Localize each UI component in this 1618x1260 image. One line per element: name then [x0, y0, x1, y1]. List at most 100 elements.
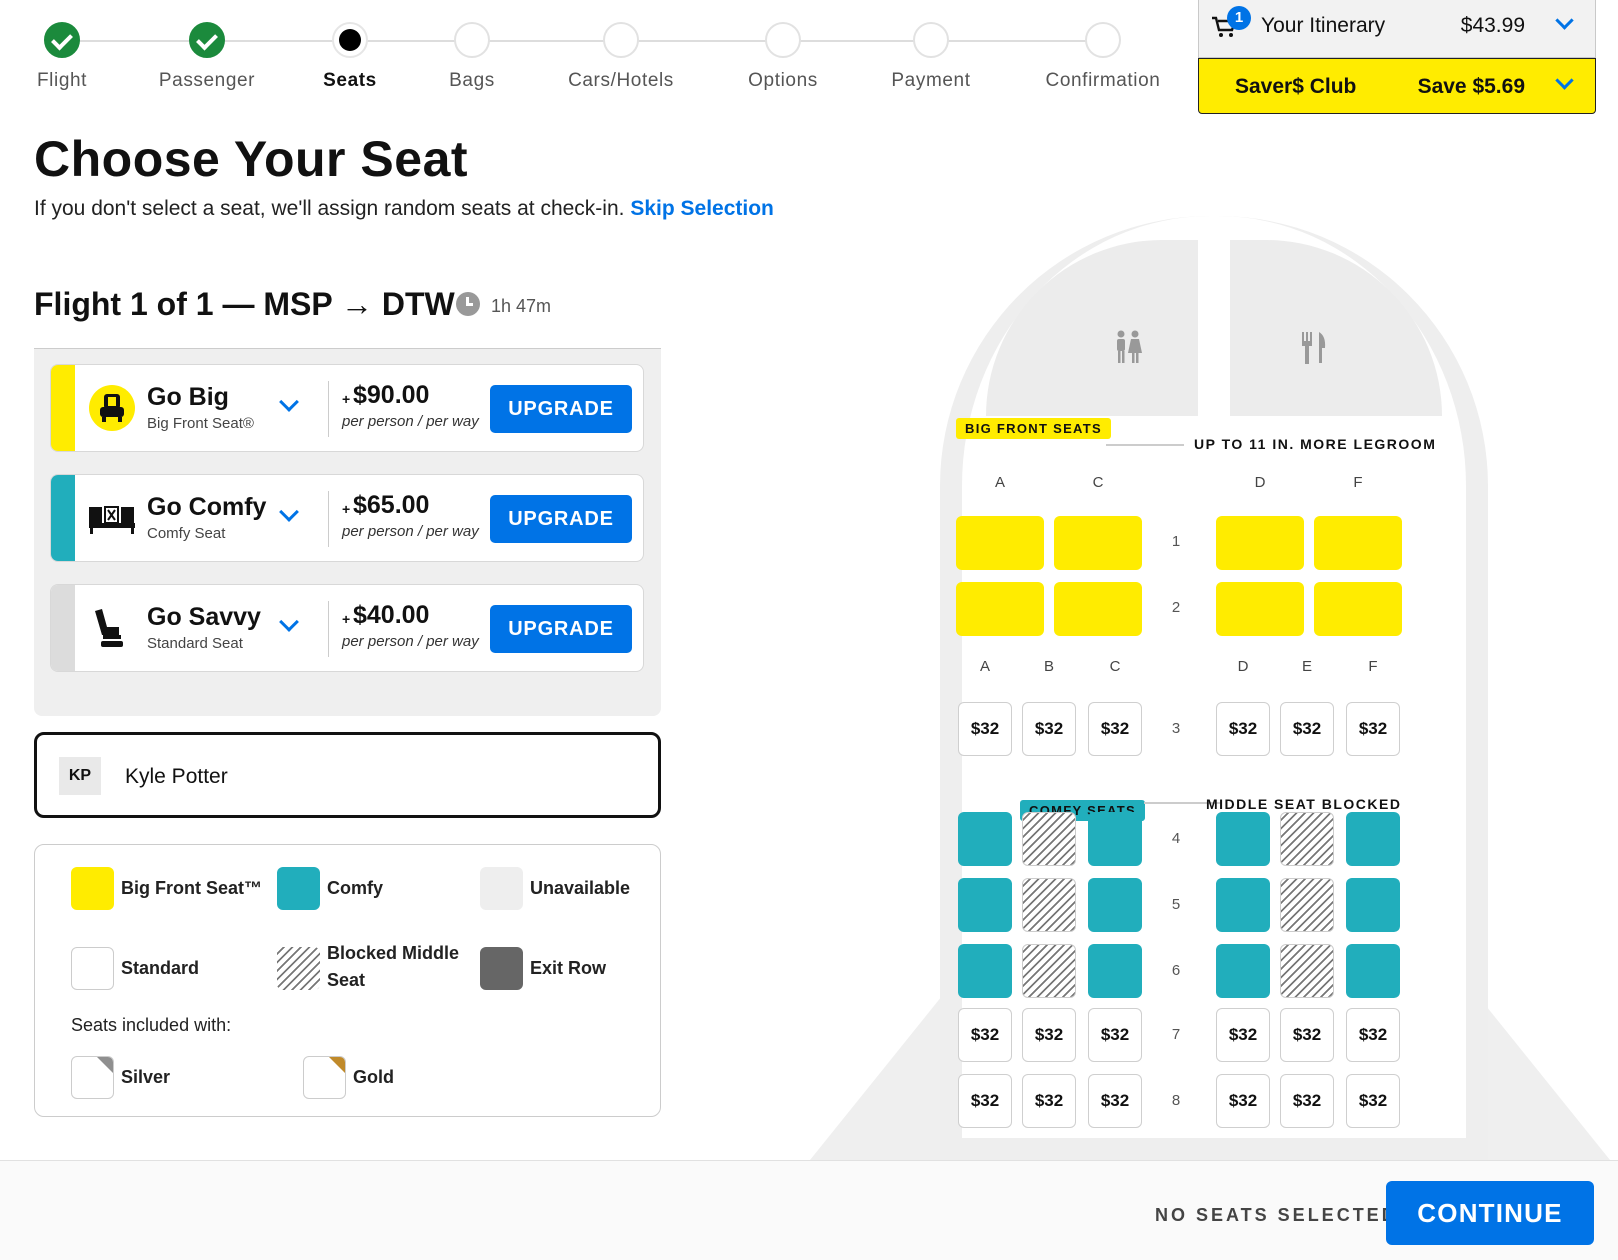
chevron-down-icon[interactable] [279, 612, 299, 632]
upgrade-options-panel: Go Big Big Front Seat® + $90.00 per pers… [34, 348, 661, 716]
option-divider [328, 491, 329, 547]
passenger-selector[interactable]: KP Kyle Potter [34, 732, 661, 818]
standard-seat-3D[interactable]: $32 [1216, 702, 1270, 756]
seat-column-label: F [1368, 658, 1378, 675]
legend-label: Unavailable [530, 878, 631, 898]
big-front-seat-1C[interactable] [1054, 516, 1142, 570]
step-passenger[interactable]: Passenger [132, 22, 282, 92]
seat-row-number: 2 [1171, 599, 1181, 616]
itinerary-toggle[interactable]: 1 Your Itinerary $43.99 [1198, 0, 1596, 58]
lavatory-icon [1117, 330, 1142, 363]
comfy-seat-6C[interactable] [1088, 944, 1142, 998]
standard-seat-8C[interactable]: $32 [1088, 1074, 1142, 1128]
option-go-big[interactable]: Go Big Big Front Seat® + $90.00 per pers… [50, 364, 644, 452]
option-go-savvy[interactable]: Go Savvy Standard Seat + $40.00 per pers… [50, 584, 644, 672]
continue-button[interactable]: CONTINUE [1386, 1181, 1594, 1245]
standard-seat-3B[interactable]: $32 [1022, 702, 1076, 756]
comfy-seat-6A[interactable] [958, 944, 1012, 998]
option-color-bar [51, 585, 75, 671]
upgrade-go-big-button[interactable]: UPGRADE [490, 385, 632, 433]
comfy-seat-4C[interactable] [1088, 812, 1142, 866]
standard-seat-7C[interactable]: $32 [1088, 1008, 1142, 1062]
big-front-seat-1F[interactable] [1314, 516, 1402, 570]
comfy-seat-4D[interactable] [1216, 812, 1270, 866]
seat-row-number: 3 [1171, 720, 1181, 737]
comfy-seat-row-icon [89, 506, 135, 534]
blocked-middle-seat-5B [1022, 878, 1076, 932]
savers-club-savings: Save $5.69 [1417, 75, 1525, 98]
chevron-down-icon[interactable] [279, 392, 299, 412]
selection-status: NO SEATS SELECTED [1155, 1205, 1398, 1225]
seat-column-label: A [994, 474, 1005, 491]
step-bags[interactable]: Bags [397, 22, 547, 92]
step-dot [765, 22, 801, 58]
step-dot [332, 22, 368, 58]
standard-seat-8A[interactable]: $32 [958, 1074, 1012, 1128]
comfy-seat-6D[interactable] [1216, 944, 1270, 998]
comfy-seat-5C[interactable] [1088, 878, 1142, 932]
comfy-seat-6F[interactable] [1346, 944, 1400, 998]
step-options[interactable]: Options [708, 22, 858, 92]
upgrade-go-comfy-button[interactable]: UPGRADE [490, 495, 632, 543]
legend-label: Big Front Seat™ [121, 878, 263, 898]
lavatory-area [986, 240, 1198, 416]
seat-column-label: E [1301, 658, 1312, 675]
option-price-unit: per person / per way [342, 523, 479, 540]
step-dot [603, 22, 639, 58]
big-front-seat-1D[interactable] [1216, 516, 1304, 570]
option-go-comfy[interactable]: Go Comfy Comfy Seat + $65.00 per person … [50, 474, 644, 562]
chevron-down-icon[interactable] [279, 502, 299, 522]
standard-seat-7B[interactable]: $32 [1022, 1008, 1076, 1062]
page-subtitle: If you don't select a seat, we'll assign… [34, 197, 774, 221]
option-price-unit: per person / per way [342, 633, 479, 650]
big-front-seat-2A[interactable] [956, 582, 1044, 636]
standard-seat-8F[interactable]: $32 [1346, 1074, 1400, 1128]
middle-seat-note: MIDDLE SEAT BLOCKED [1206, 796, 1402, 812]
legroom-note: UP TO 11 IN. MORE LEGROOM [1194, 436, 1437, 452]
standard-seat-7D[interactable]: $32 [1216, 1008, 1270, 1062]
upgrade-go-savvy-button[interactable]: UPGRADE [490, 605, 632, 653]
step-dot [1085, 22, 1121, 58]
big-front-seat-2C[interactable] [1054, 582, 1142, 636]
flight-duration: 1h 47m [491, 296, 552, 316]
step-confirmation[interactable]: Confirmation [1028, 22, 1178, 92]
standard-seat-3F[interactable]: $32 [1346, 702, 1400, 756]
legend-label: Exit Row [530, 958, 607, 978]
standard-seat-3C[interactable]: $32 [1088, 702, 1142, 756]
flight-title: Flight 1 of 1 — MSP → DTW [34, 286, 455, 322]
comfy-seat-5F[interactable] [1346, 878, 1400, 932]
standard-seat-7E[interactable]: $32 [1280, 1008, 1334, 1062]
comfy-seat-5D[interactable] [1216, 878, 1270, 932]
standard-seat-3A[interactable]: $32 [958, 702, 1012, 756]
standard-seat-8D[interactable]: $32 [1216, 1074, 1270, 1128]
step-label: Options [748, 70, 818, 91]
step-dot [913, 22, 949, 58]
step-label: Passenger [158, 70, 256, 91]
savers-club-toggle[interactable]: Saver$ Club Save $5.69 [1198, 58, 1596, 114]
legend-label: Gold [353, 1067, 394, 1087]
chevron-down-icon [1555, 71, 1574, 90]
big-front-seat-2D[interactable] [1216, 582, 1304, 636]
standard-seat-8B[interactable]: $32 [1022, 1074, 1076, 1128]
blocked-middle-seat-4B [1022, 812, 1076, 866]
standard-seat-7A[interactable]: $32 [958, 1008, 1012, 1062]
step-cars-hotels[interactable]: Cars/Hotels [546, 22, 696, 92]
standard-seat-icon [95, 609, 123, 647]
standard-seat-3E[interactable]: $32 [1280, 702, 1334, 756]
step-payment[interactable]: Payment [856, 22, 1006, 92]
seat-column-label: F [1353, 474, 1363, 491]
step-flight[interactable]: Flight [0, 22, 137, 92]
skip-selection-link[interactable]: Skip Selection [630, 197, 774, 220]
big-front-seat-1A[interactable] [956, 516, 1044, 570]
seat-map: BIG FRONT SEATS UP TO 11 IN. MORE LEGROO… [810, 216, 1610, 1160]
comfy-seat-4A[interactable] [958, 812, 1012, 866]
standard-seat-7F[interactable]: $32 [1346, 1008, 1400, 1062]
big-seat-icon [89, 385, 135, 431]
comfy-seat-5A[interactable] [958, 878, 1012, 932]
comfy-seat-4F[interactable] [1346, 812, 1400, 866]
big-front-seat-2F[interactable] [1314, 582, 1402, 636]
itinerary-price: $43.99 [1460, 14, 1525, 37]
gold-tier-swatch [303, 1056, 346, 1099]
subtitle-text: If you don't select a seat, we'll assign… [34, 197, 625, 220]
standard-seat-8E[interactable]: $32 [1280, 1074, 1334, 1128]
